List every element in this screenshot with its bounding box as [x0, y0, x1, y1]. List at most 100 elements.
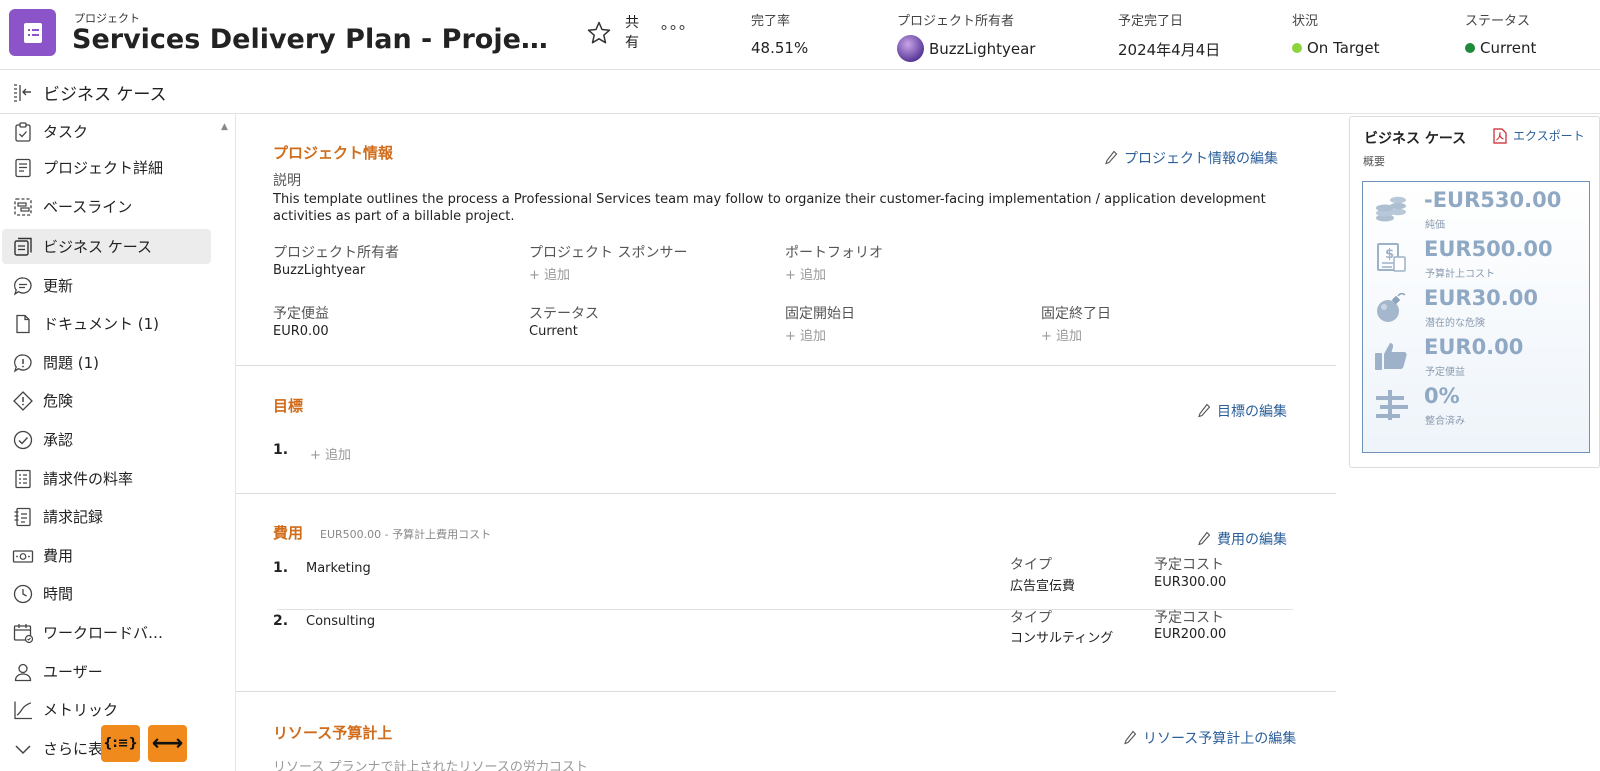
sidebar-item-label: 承認	[43, 431, 74, 449]
edit-objectives-link[interactable]: 目標の編集	[1197, 401, 1287, 421]
sidebar-item-metrics[interactable]: メトリック	[2, 692, 211, 727]
summary-box: -EUR530.00 純価 $ EUR500.00 予算計上コスト EUR30.…	[1362, 181, 1590, 453]
status-stat[interactable]: ステータス Current	[1465, 10, 1536, 57]
edit-project-info-link[interactable]: プロジェクト情報の編集	[1104, 148, 1278, 168]
sidebar-item-label: ドキュメント (1)	[43, 315, 160, 333]
sidebar-item-users[interactable]: ユーザー	[2, 654, 211, 689]
scroll-up-caret-icon[interactable]: ▲	[221, 122, 228, 132]
condition-stat[interactable]: 状況 On Target	[1292, 10, 1380, 57]
expense-type-value: コンサルティング	[1010, 631, 1114, 646]
more-options-icon[interactable]: °°°	[660, 22, 687, 41]
edit-resource-budget-label: リソース予算計上の編集	[1143, 731, 1297, 747]
sidebar-item-tasks[interactable]: タスク	[2, 114, 211, 149]
clock-icon	[13, 584, 33, 603]
fixed-end-add-link[interactable]: + 追加	[1041, 325, 1082, 344]
net-value-caption: 純価	[1425, 220, 1445, 231]
budgeted-cost-amount: EUR500.00	[1424, 237, 1553, 261]
project-title[interactable]: Services Delivery Plan - Project Sa…	[72, 24, 552, 55]
status-field-label: ステータス	[529, 306, 599, 322]
condition-dot-icon	[1292, 43, 1302, 53]
sidebar-item-approvals[interactable]: 承認	[2, 422, 211, 457]
sidebar-item-billing-records[interactable]: 請求記録	[2, 499, 211, 534]
resource-budget-subtitle: リソース プランナで計上されたリソースの労力コスト	[273, 760, 588, 771]
sidebar-item-baseline[interactable]: ベースライン	[2, 189, 211, 224]
planned-end-stat: 予定完了日 2024年4月4日	[1118, 10, 1220, 60]
share-button[interactable]: 共有	[625, 13, 641, 53]
objective-add-link[interactable]: + 追加	[310, 444, 351, 463]
sidebar-item-expenses[interactable]: 費用	[2, 538, 211, 573]
page-title: ビジネス ケース	[43, 85, 167, 105]
sidebar-item-documents[interactable]: ドキュメント (1)	[2, 306, 211, 341]
planned-end-value: 2024年4月4日	[1118, 41, 1221, 59]
chevron-down-icon	[15, 744, 31, 754]
edit-expenses-link[interactable]: 費用の編集	[1197, 529, 1287, 549]
expense-type-label: タイプ	[1010, 557, 1052, 573]
potential-risk-caption: 潜在的な危険	[1425, 318, 1485, 329]
sidebar-item-billing-rates[interactable]: 請求件の料率	[2, 461, 211, 496]
sidebar-item-updates[interactable]: 更新	[2, 268, 211, 303]
net-value-amount: -EUR530.00	[1424, 188, 1562, 212]
collapse-sidebar-icon[interactable]	[12, 81, 34, 103]
status-value[interactable]: Current	[1480, 39, 1536, 57]
portfolio-add-link[interactable]: + 追加	[785, 264, 826, 283]
budgeted-cost-caption: 予算計上コスト	[1425, 269, 1495, 280]
owner-value[interactable]: BuzzLightyear	[929, 40, 1035, 58]
sponsor-add-link[interactable]: + 追加	[529, 264, 570, 283]
owner-stat[interactable]: プロジェクト所有者 BuzzLightyear	[897, 10, 1035, 62]
approval-check-icon	[13, 430, 33, 449]
sidebar-item-risks[interactable]: 危険	[2, 383, 211, 418]
sidebar: タスク ▲ プロジェクト詳細 ベースライン ビジネス ケース 更新 ドキュメント…	[0, 114, 236, 771]
sidebar-item-business-case[interactable]: ビジネス ケース	[2, 229, 211, 264]
project-info-title: プロジェクト情報	[273, 144, 394, 162]
thumbs-up-icon	[1375, 343, 1407, 370]
document-icon	[16, 314, 30, 333]
summary-panel-title: ビジネス ケース	[1364, 131, 1467, 147]
issue-bubble-icon	[13, 353, 32, 373]
users-icon	[14, 663, 32, 681]
sidebar-item-project-details[interactable]: プロジェクト詳細	[2, 150, 211, 185]
sidebar-item-time[interactable]: 時間	[2, 576, 211, 611]
planned-benefit-row: EUR0.00 予定便益	[1363, 331, 1591, 381]
alignment-caption: 整合済み	[1425, 416, 1465, 427]
billing-records-icon	[14, 507, 31, 526]
edit-expenses-label: 費用の編集	[1217, 532, 1287, 548]
business-case-content: プロジェクト情報 プロジェクト情報の編集 説明 This template ou…	[236, 114, 1336, 771]
status-label: ステータス	[1465, 14, 1531, 29]
owner-field-value[interactable]: BuzzLightyear	[273, 263, 365, 278]
portfolio-field-label: ポートフォリオ	[785, 245, 883, 261]
fixed-start-add-link[interactable]: + 追加	[785, 325, 826, 344]
completion-stat: 完了率 48.51%	[751, 10, 808, 57]
double-arrow-icon: ⟷	[151, 731, 184, 756]
svg-text:$: $	[1385, 247, 1394, 262]
sidebar-item-issues[interactable]: 問題 (1)	[2, 345, 211, 380]
condition-value[interactable]: On Target	[1307, 39, 1380, 57]
project-icon	[9, 9, 56, 56]
expense-name[interactable]: Marketing	[306, 561, 371, 576]
expense-number: 2.	[273, 613, 289, 629]
expense-name[interactable]: Consulting	[306, 614, 375, 629]
risk-diamond-icon	[13, 390, 33, 411]
sidebar-item-workload[interactable]: ワークロードバ…	[2, 615, 211, 650]
sidebar-item-label: 請求件の料率	[43, 470, 134, 488]
chat-bubble-icon	[13, 276, 32, 296]
section-divider	[236, 365, 1336, 366]
alignment-amount: 0%	[1424, 384, 1460, 408]
completion-label: 完了率	[751, 14, 791, 29]
export-label: エクスポート	[1513, 129, 1585, 143]
workload-calendar-icon	[13, 623, 34, 643]
favorite-star-icon[interactable]	[586, 20, 612, 46]
edit-resource-budget-link[interactable]: リソース予算計上の編集	[1123, 728, 1296, 748]
expense-cost-value: EUR200.00	[1154, 627, 1227, 642]
code-view-button[interactable]: {:≡}	[101, 725, 140, 762]
pdf-icon	[1493, 127, 1507, 144]
alignment-icon	[1376, 390, 1408, 420]
edit-project-info-label: プロジェクト情報の編集	[1124, 151, 1278, 167]
expense-cost-value: EUR300.00	[1154, 575, 1227, 590]
description-text: This template outlines the process a Pro…	[273, 192, 1266, 224]
project-header: プロジェクト Services Delivery Plan - Project …	[0, 0, 1600, 70]
expand-width-button[interactable]: ⟷	[148, 725, 187, 762]
sidebar-item-label: 更新	[43, 277, 74, 295]
export-pdf-link[interactable]: エクスポート	[1493, 127, 1585, 144]
row-divider	[277, 609, 1293, 610]
pencil-icon	[1124, 730, 1137, 745]
